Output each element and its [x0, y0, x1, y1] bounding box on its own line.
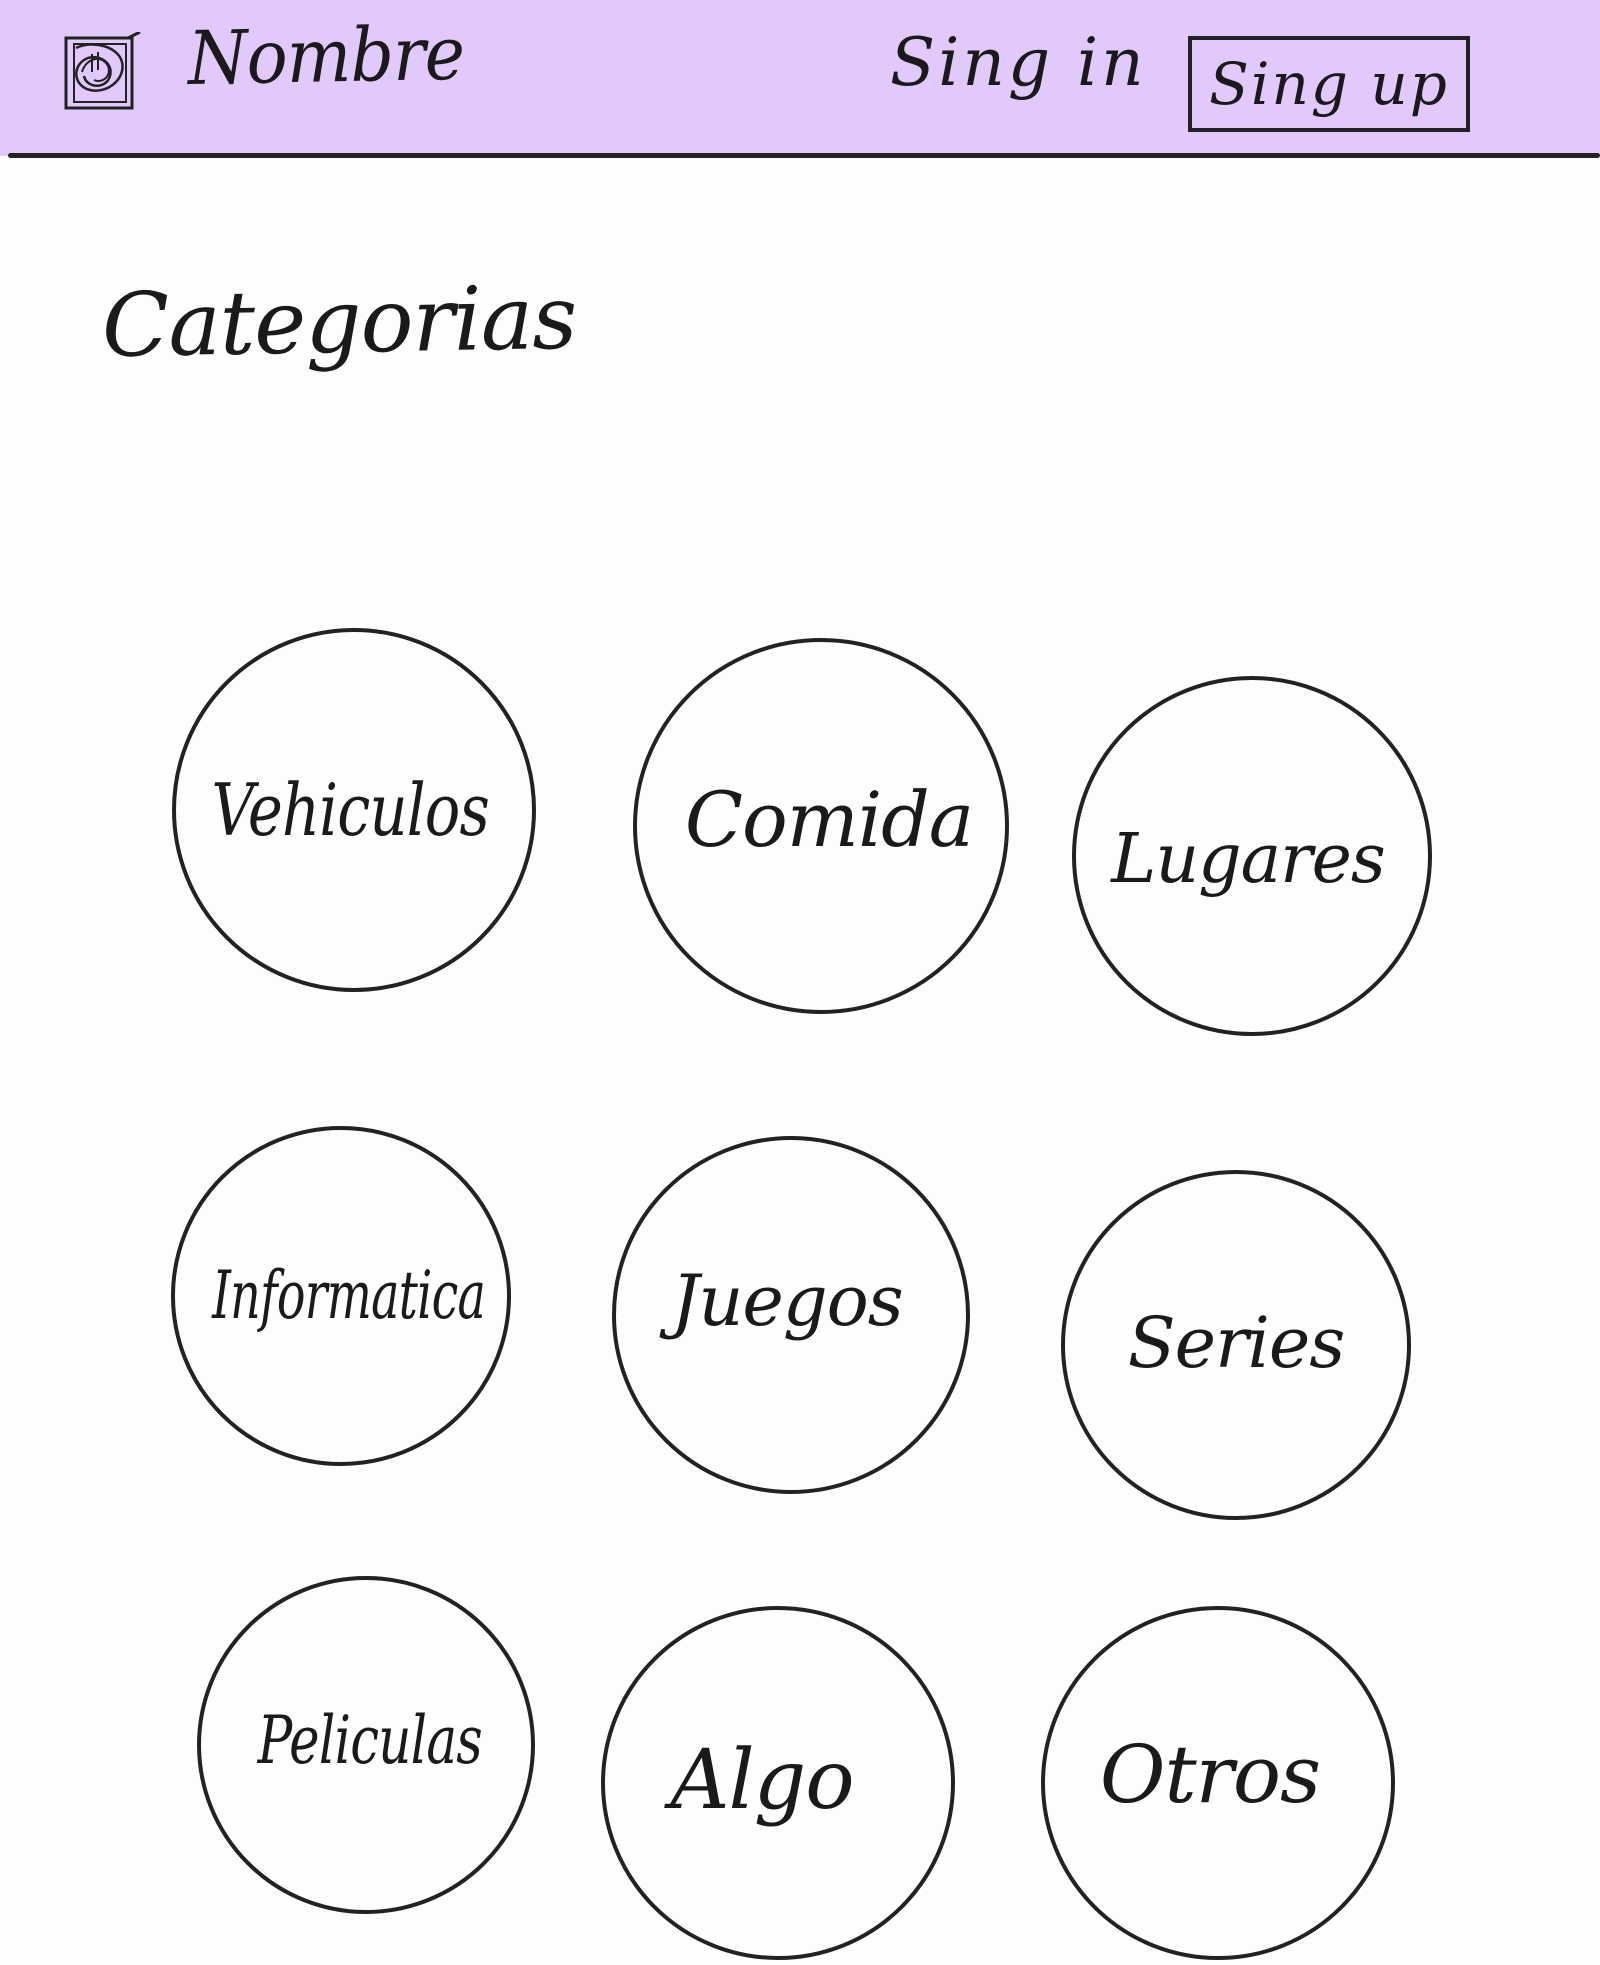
category-peliculas[interactable]: Peliculas: [197, 1576, 535, 1914]
category-vehiculos[interactable]: Vehiculos: [172, 628, 536, 992]
category-algo[interactable]: Algo: [601, 1606, 955, 1960]
category-label: Comida: [684, 775, 974, 864]
category-label: Informatica: [212, 1257, 487, 1334]
category-label: Algo: [670, 1733, 854, 1828]
category-label: Peliculas: [257, 1702, 483, 1779]
category-comida[interactable]: Comida: [633, 638, 1009, 1014]
category-juegos[interactable]: Juegos: [612, 1136, 970, 1494]
logo-icon[interactable]: [62, 32, 142, 116]
header-divider: [8, 153, 1600, 158]
category-lugares[interactable]: Lugares: [1072, 676, 1432, 1036]
category-label: Otros: [1099, 1728, 1321, 1821]
sign-in-link[interactable]: Sing in: [890, 30, 1147, 96]
category-label: Lugares: [1111, 820, 1386, 899]
page: Nombre Sing in Sing up Categorias Vehicu…: [0, 0, 1600, 1965]
category-label: Series: [1127, 1302, 1346, 1384]
brand-name: Nombre: [187, 10, 465, 102]
category-informatica[interactable]: Informatica: [171, 1126, 511, 1466]
top-bar: Nombre Sing in Sing up: [0, 0, 1600, 156]
category-label: Vehiculos: [211, 768, 489, 852]
sign-up-label: Sing up: [1209, 50, 1449, 118]
category-label: Juegos: [671, 1260, 903, 1342]
page-title: Categorias: [101, 265, 578, 377]
category-series[interactable]: Series: [1061, 1170, 1411, 1520]
sign-up-button[interactable]: Sing up: [1188, 36, 1470, 132]
category-otros[interactable]: Otros: [1041, 1606, 1395, 1960]
